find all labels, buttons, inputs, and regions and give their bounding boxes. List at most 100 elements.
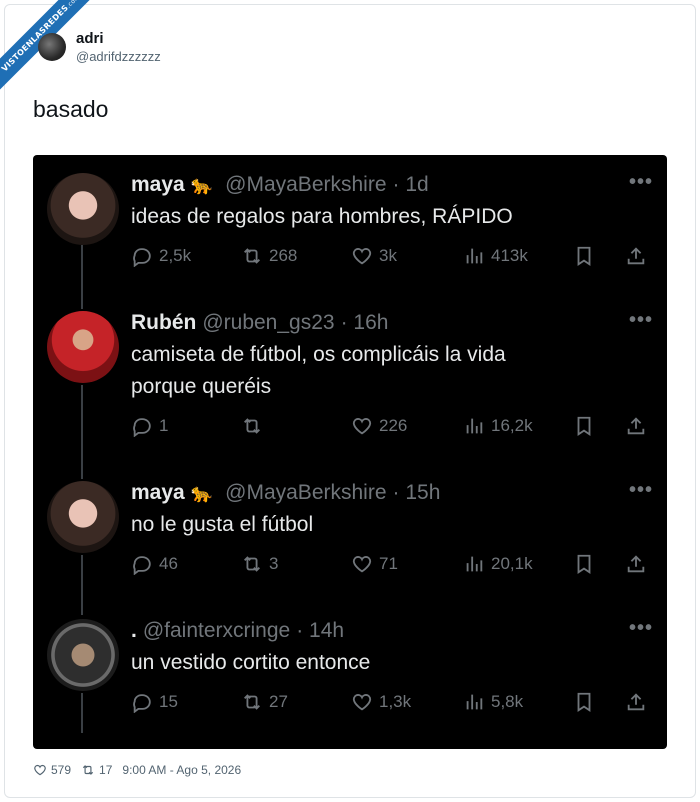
tweet-author[interactable]: adri @adrifdzzzzzz (38, 30, 161, 64)
tweet-footer: 579 17 9:00 AM - Ago 5, 2026 (33, 763, 251, 777)
views-icon (466, 694, 483, 710)
like-count: 226 (379, 416, 408, 435)
post-text-line: no le gusta el fútbol (131, 513, 314, 536)
bookmark-action (573, 415, 595, 442)
post-time: · 14h (296, 619, 345, 642)
views-action: 5,8k (463, 691, 523, 713)
reply-action: 1 (131, 415, 168, 437)
post-handle: @fainterxcringe (142, 619, 291, 642)
bookmark-icon (577, 246, 591, 266)
tweet-text: basado (33, 96, 109, 122)
repost-icon (244, 694, 260, 710)
like-count: 3k (379, 246, 397, 265)
repost-action: 268 (241, 245, 297, 267)
post-text: no le gusta el fútbol (131, 509, 313, 541)
thread-post: maya 🐆 @MayaBerkshire · 15h ••• no le gu… (33, 479, 667, 601)
avatar (47, 619, 119, 691)
reply-action: 46 (131, 553, 178, 575)
share-action (625, 553, 647, 580)
avatar (47, 173, 119, 245)
post-text-line: un vestido cortito entonce (131, 651, 371, 674)
post-actions: 1 226 16,2k (131, 415, 657, 445)
repost-count: 27 (269, 692, 288, 711)
embedded-screenshot: maya 🐆 @MayaBerkshire · 1d ••• ideas de … (33, 155, 667, 749)
bookmark-icon (577, 554, 591, 574)
bookmark-action (573, 553, 595, 580)
repost-action: 3 (241, 553, 278, 575)
post-name: Rubén (131, 311, 197, 334)
share-action (625, 415, 647, 442)
reply-action: 2,5k (131, 245, 191, 267)
repost-count: 17 (99, 763, 113, 777)
post-text: ideas de regalos para hombres, RÁPIDO (131, 201, 513, 233)
reply-count: 2,5k (159, 246, 192, 265)
post-handle: @ruben_gs23 (202, 311, 335, 334)
reply-count: 46 (159, 554, 178, 573)
post-time: · 1d (392, 173, 429, 196)
repost-action: 27 (241, 691, 288, 713)
like-action: 1,3k (351, 691, 411, 713)
author-avatar[interactable] (38, 33, 66, 61)
repost-count: 3 (269, 554, 279, 573)
more-icon: ••• (628, 479, 653, 501)
views-count: 20,1k (491, 554, 533, 573)
share-icon (627, 555, 645, 573)
post-time: · 16h (340, 311, 389, 334)
repost-stat[interactable]: 17 (81, 763, 112, 777)
reply-icon (133, 556, 151, 575)
reply-icon (133, 694, 151, 713)
share-action (625, 245, 647, 272)
like-stat[interactable]: 579 (33, 763, 71, 777)
post-text-line: porque queréis (131, 375, 272, 398)
post-name: . (131, 619, 137, 642)
post-handle: @MayaBerkshire (225, 173, 387, 196)
post-actions: 46 3 71 20,1k (131, 553, 657, 583)
repost-action (241, 415, 269, 437)
thread-post: maya 🐆 @MayaBerkshire · 1d ••• ideas de … (33, 171, 667, 293)
like-icon (352, 418, 372, 435)
thread-post: . @fainterxcringe · 14h ••• un vestido c… (33, 617, 667, 739)
like-count: 1,3k (379, 692, 412, 711)
share-icon (627, 693, 645, 711)
views-icon (466, 418, 483, 434)
repost-count: 268 (269, 246, 298, 265)
timestamp[interactable]: 9:00 AM - Ago 5, 2026 (122, 763, 241, 777)
like-action: 71 (351, 553, 398, 575)
like-count: 71 (379, 554, 398, 573)
views-action: 413k (463, 245, 528, 267)
like-icon (34, 764, 46, 776)
bookmark-action (573, 691, 595, 718)
like-icon (352, 556, 372, 573)
repost-icon (244, 248, 260, 264)
post-text-line: camiseta de fútbol, os complicáis la vid… (131, 343, 506, 366)
reply-count: 15 (159, 692, 178, 711)
avatar (47, 311, 119, 383)
more-icon: ••• (628, 309, 653, 331)
bookmark-icon (577, 416, 591, 436)
like-icon (352, 694, 372, 711)
leopard-emoji: 🐆 (190, 482, 214, 504)
post-time: · 15h (392, 481, 441, 504)
post-actions: 2,5k 268 3k 413k (131, 245, 657, 275)
views-action: 16,2k (463, 415, 533, 437)
post-text: camiseta de fútbol, os complicáis la vid… (131, 339, 506, 403)
repost-icon (82, 765, 94, 775)
reply-action: 15 (131, 691, 178, 713)
watermark-suffix: .com (65, 0, 82, 10)
views-count: 16,2k (491, 416, 533, 435)
share-icon (627, 247, 645, 265)
views-count: 5,8k (491, 692, 524, 711)
views-action: 20,1k (463, 553, 533, 575)
post-name: maya (131, 173, 185, 196)
reply-count: 1 (159, 416, 169, 435)
views-icon (466, 248, 483, 264)
like-icon (352, 248, 372, 265)
bookmark-icon (577, 692, 591, 712)
more-icon: ••• (628, 617, 653, 639)
reply-icon (133, 418, 151, 437)
like-action: 226 (351, 415, 407, 437)
author-name[interactable]: adri (76, 30, 161, 47)
post-text: un vestido cortito entonce (131, 647, 370, 679)
repost-icon (244, 418, 260, 434)
author-handle[interactable]: @adrifdzzzzzz (76, 49, 161, 64)
